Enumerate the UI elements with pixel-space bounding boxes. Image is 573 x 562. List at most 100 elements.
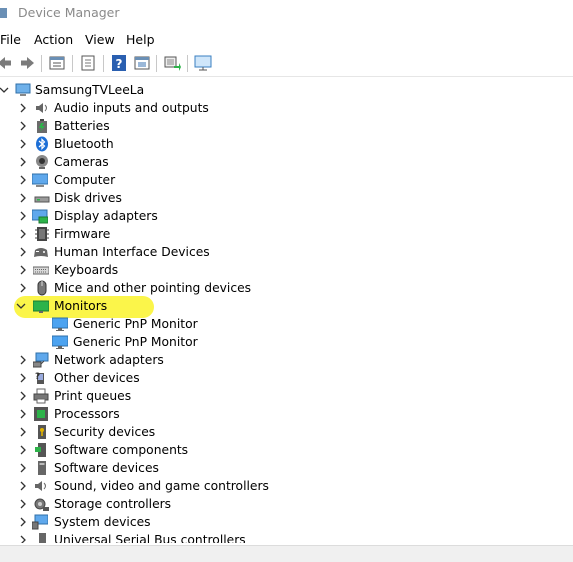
svg-text:?: ?	[35, 372, 40, 382]
chevron-right-icon[interactable]	[17, 135, 29, 153]
chevron-right-icon[interactable]	[17, 117, 29, 135]
software-devices-icon	[34, 460, 50, 476]
category-cameras[interactable]: Cameras	[0, 153, 300, 171]
category-label: Monitors	[54, 299, 108, 313]
menu-view[interactable]: View	[85, 32, 115, 47]
category-keyboards[interactable]: Keyboards	[0, 261, 300, 279]
chevron-right-icon[interactable]	[17, 99, 29, 117]
toolbar-separator	[156, 55, 157, 72]
toolbar-separator	[72, 55, 73, 72]
chevron-right-icon[interactable]	[17, 387, 29, 405]
device-tree: SamsungTVLeeLa Audio inputs and outputs …	[0, 81, 573, 543]
chevron-right-icon[interactable]	[17, 279, 29, 297]
toolbar-separator	[187, 55, 188, 72]
category-usb-controllers[interactable]: Universal Serial Bus controllers	[0, 531, 300, 543]
status-bar	[0, 545, 573, 562]
category-audio[interactable]: Audio inputs and outputs	[0, 99, 300, 117]
tree-root[interactable]: SamsungTVLeeLa	[0, 81, 300, 99]
help-icon[interactable]: ?	[110, 54, 128, 72]
device-label: Generic PnP Monitor	[73, 335, 198, 349]
category-monitors[interactable]: Monitors	[0, 297, 300, 315]
category-mice[interactable]: Mice and other pointing devices	[0, 279, 300, 297]
category-storage-controllers[interactable]: Storage controllers	[0, 495, 300, 513]
show-hidden-icon[interactable]	[133, 54, 151, 72]
category-firmware[interactable]: Firmware	[0, 225, 300, 243]
chevron-right-icon[interactable]	[17, 243, 29, 261]
chevron-right-icon[interactable]	[17, 423, 29, 441]
category-other-devices[interactable]: ? Other devices	[0, 369, 300, 387]
category-label: Other devices	[54, 371, 140, 385]
chevron-right-icon[interactable]	[17, 171, 29, 189]
device-generic-pnp-monitor-1[interactable]: Generic PnP Monitor	[0, 315, 300, 333]
chevron-down-icon[interactable]	[15, 297, 27, 315]
mouse-icon	[34, 280, 50, 296]
title-bar: Device Manager	[0, 0, 573, 26]
computer-icon	[32, 172, 48, 188]
menu-bar: File Action View Help	[0, 28, 573, 50]
chevron-down-icon[interactable]	[0, 81, 10, 99]
category-label: Human Interface Devices	[54, 245, 210, 259]
menu-action[interactable]: Action	[34, 32, 73, 47]
chevron-right-icon[interactable]	[17, 261, 29, 279]
category-label: Network adapters	[54, 353, 164, 367]
category-label: Keyboards	[54, 263, 119, 277]
category-software-components[interactable]: Software components	[0, 441, 300, 459]
category-label: Processors	[54, 407, 120, 421]
scan-hardware-icon[interactable]	[163, 54, 181, 72]
category-sound-video-game[interactable]: Sound, video and game controllers	[0, 477, 300, 495]
category-batteries[interactable]: Batteries	[0, 117, 300, 135]
category-network-adapters[interactable]: Network adapters	[0, 351, 300, 369]
back-icon[interactable]	[0, 54, 14, 72]
computer-icon	[15, 82, 31, 98]
category-label: Audio inputs and outputs	[54, 101, 209, 115]
category-display-adapters[interactable]: Display adapters	[0, 207, 300, 225]
category-label: Bluetooth	[54, 137, 114, 151]
category-security-devices[interactable]: Security devices	[0, 423, 300, 441]
category-label: System devices	[54, 515, 151, 529]
menu-file[interactable]: File	[0, 32, 21, 47]
category-label: Sound, video and game controllers	[54, 479, 269, 493]
other-devices-icon: ?	[33, 370, 49, 386]
chevron-right-icon[interactable]	[17, 369, 29, 387]
category-bluetooth[interactable]: Bluetooth	[0, 135, 300, 153]
category-label: Storage controllers	[54, 497, 172, 511]
chevron-right-icon[interactable]	[17, 225, 29, 243]
processor-icon	[33, 406, 49, 422]
category-label: Cameras	[54, 155, 109, 169]
chevron-right-icon[interactable]	[17, 189, 29, 207]
properties-icon[interactable]	[48, 54, 66, 72]
chevron-right-icon[interactable]	[17, 153, 29, 171]
battery-icon	[34, 118, 50, 134]
bluetooth-icon	[34, 136, 50, 152]
disk-icon	[34, 190, 50, 206]
category-print-queues[interactable]: Print queues	[0, 387, 300, 405]
chevron-right-icon[interactable]	[17, 477, 29, 495]
category-system-devices[interactable]: System devices	[0, 513, 300, 531]
sound-icon	[33, 478, 49, 494]
chevron-right-icon[interactable]	[17, 207, 29, 225]
root-label: SamsungTVLeeLa	[35, 83, 145, 97]
menu-help[interactable]: Help	[126, 32, 155, 47]
monitor-icon[interactable]	[194, 54, 212, 72]
chevron-right-icon[interactable]	[17, 459, 29, 477]
chevron-right-icon[interactable]	[17, 351, 29, 369]
update-driver-icon[interactable]	[79, 54, 97, 72]
device-generic-pnp-monitor-2[interactable]: Generic PnP Monitor	[0, 333, 300, 351]
category-human-interface-devices[interactable]: Human Interface Devices	[0, 243, 300, 261]
category-computer[interactable]: Computer	[0, 171, 300, 189]
category-software-devices[interactable]: Software devices	[0, 459, 300, 477]
printer-icon	[33, 388, 49, 404]
chevron-right-icon[interactable]	[17, 441, 29, 459]
monitor-icon	[33, 298, 49, 314]
hid-icon	[33, 244, 49, 260]
category-label: Disk drives	[54, 191, 122, 205]
category-label: Print queues	[54, 389, 132, 403]
category-disk-drives[interactable]: Disk drives	[0, 189, 300, 207]
keyboard-icon	[33, 262, 49, 278]
chevron-right-icon[interactable]	[17, 405, 29, 423]
chevron-right-icon[interactable]	[17, 495, 29, 513]
category-processors[interactable]: Processors	[0, 405, 300, 423]
chevron-right-icon[interactable]	[17, 513, 29, 531]
chevron-right-icon[interactable]	[17, 531, 29, 543]
forward-icon[interactable]	[18, 54, 36, 72]
